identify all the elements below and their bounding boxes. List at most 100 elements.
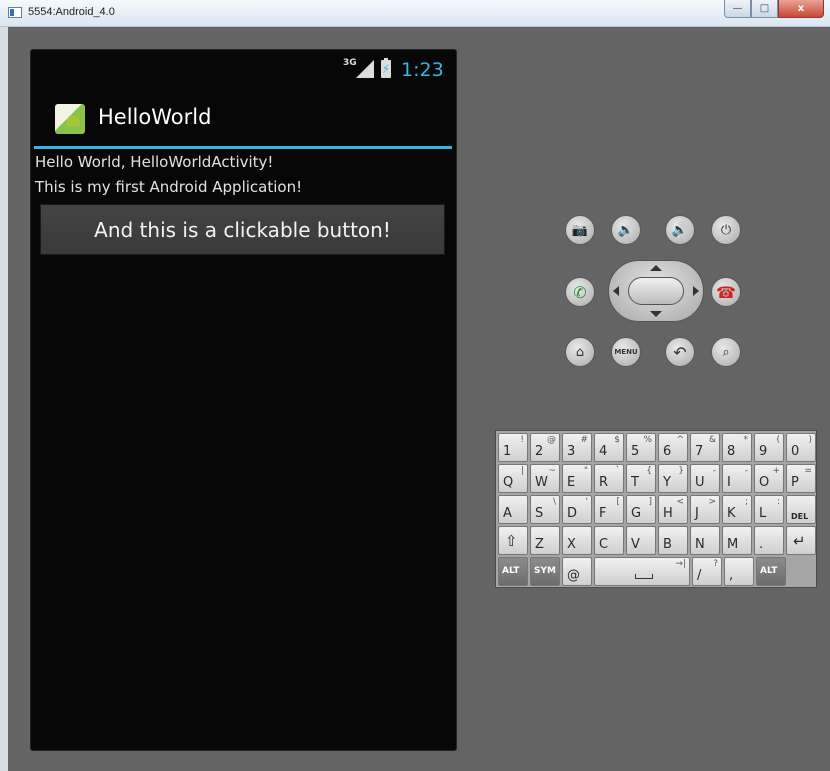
volume-up-icon: 🔊 [671, 222, 689, 238]
key-o[interactable]: O + [754, 464, 784, 493]
end-call-icon: ☎ [716, 282, 736, 302]
key-z[interactable]: Z [530, 526, 560, 555]
key-4[interactable]: 4 $ [594, 433, 624, 462]
key-period[interactable]: . [754, 526, 784, 555]
status-clock: 1:23 [401, 59, 444, 81]
key-e[interactable]: E " [562, 464, 592, 493]
volume-down-button[interactable]: 🔉 [611, 215, 641, 245]
key-a[interactable]: A [498, 495, 528, 524]
dpad-right-icon[interactable] [693, 286, 699, 296]
window-controls: — □ x [724, 0, 824, 18]
emulator-window-icon [8, 7, 22, 18]
app-title: HelloWorld [98, 105, 212, 129]
enter-icon: ↵ [793, 532, 806, 550]
key-0[interactable]: 0) [786, 433, 816, 462]
key-sym[interactable]: SYM [530, 557, 560, 586]
power-icon: ⏻ [720, 222, 732, 238]
key-w[interactable]: W ~ [530, 464, 560, 493]
maximize-button[interactable]: □ [751, 0, 778, 18]
key-3[interactable]: 3 # [562, 433, 592, 462]
key-del[interactable]: DEL [786, 495, 816, 524]
home-icon: ⌂ [575, 344, 585, 360]
space-icon [635, 574, 653, 579]
back-icon: ↶ [673, 342, 687, 362]
keyboard-row-qwerty: Q | W ~ E " R ` T{ Y} U- I- O + P = [498, 464, 818, 493]
key-alt-left[interactable]: ALT [498, 557, 528, 586]
tab-icon: →| [675, 559, 686, 569]
home-button[interactable]: ⌂ [565, 337, 595, 367]
key-5[interactable]: 5% [626, 433, 656, 462]
key-g[interactable]: G] [626, 495, 656, 524]
action-bar-divider [34, 146, 452, 149]
android-app-icon [55, 104, 85, 134]
key-s[interactable]: S \ [530, 495, 560, 524]
window-title: 5554:Android_4.0 [28, 6, 115, 18]
key-7[interactable]: 7 & [690, 433, 720, 462]
key-alt-right[interactable]: ALT [756, 557, 786, 586]
volume-up-button[interactable]: 🔊 [665, 215, 695, 245]
key-q[interactable]: Q | [498, 464, 528, 493]
call-button[interactable]: ✆ [565, 277, 595, 307]
key-shift[interactable]: ⇧ [498, 526, 528, 555]
network-type-label: 3G [343, 58, 357, 68]
key-f[interactable]: F[ [594, 495, 624, 524]
back-button[interactable]: ↶ [665, 337, 695, 367]
window-titlebar: 5554:Android_4.0 — □ x [0, 0, 830, 27]
key-c[interactable]: C [594, 526, 624, 555]
key-x[interactable]: X [562, 526, 592, 555]
status-bar: 3G 1:23 [31, 50, 456, 90]
minimize-button[interactable]: — [724, 0, 751, 18]
dpad-left-icon[interactable] [613, 286, 619, 296]
key-b[interactable]: B [658, 526, 688, 555]
volume-down-icon: 🔉 [617, 222, 635, 238]
close-button[interactable]: x [778, 0, 824, 18]
power-button[interactable]: ⏻ [711, 215, 741, 245]
clickable-button[interactable]: And this is a clickable button! [40, 204, 445, 255]
key-i[interactable]: I- [722, 464, 752, 493]
key-9[interactable]: 9( [754, 433, 784, 462]
action-bar [31, 90, 456, 145]
key-enter[interactable]: ↵ [786, 526, 816, 555]
key-8[interactable]: 8 * [722, 433, 752, 462]
key-h[interactable]: H < [658, 495, 688, 524]
keyboard-row-bottom: ALT SYM @ →| /? , ALT [498, 557, 788, 586]
window-border [0, 27, 8, 771]
key-m[interactable]: M [722, 526, 752, 555]
key-comma[interactable]: , [724, 557, 754, 586]
key-at[interactable]: @ [562, 557, 592, 586]
camera-icon: 📷 [571, 222, 589, 238]
shift-icon: ⇧ [505, 532, 518, 550]
key-k[interactable]: K; [722, 495, 752, 524]
hello-text: Hello World, HelloWorldActivity! [35, 153, 274, 171]
key-n[interactable]: N [690, 526, 720, 555]
battery-charging-icon [381, 58, 391, 78]
dpad-center-button[interactable] [628, 277, 684, 305]
dpad-up-icon[interactable] [650, 265, 662, 271]
menu-button[interactable]: MENU [611, 337, 641, 367]
key-u[interactable]: U- [690, 464, 720, 493]
keyboard-row-zxcv: ⇧ Z X C V B N M . ↵ [498, 526, 818, 555]
dpad-down-icon[interactable] [650, 311, 662, 317]
key-slash[interactable]: /? [692, 557, 722, 586]
key-v[interactable]: V [626, 526, 656, 555]
end-call-button[interactable]: ☎ [711, 277, 741, 307]
keyboard-row-numbers: 1! 2 @ 3 # 4 $ 5% 6 ^ 7 & 8 * 9( 0) [498, 433, 818, 462]
key-y[interactable]: Y} [658, 464, 688, 493]
keyboard-row-asdf: A S \ D ' F[ G] H < J > K; L: DEL [498, 495, 818, 524]
subtitle-text: This is my first Android Application! [35, 178, 303, 196]
search-button[interactable]: ⌕ [711, 337, 741, 367]
key-t[interactable]: T{ [626, 464, 656, 493]
hardware-keyboard: 1! 2 @ 3 # 4 $ 5% 6 ^ 7 & 8 * 9( 0) Q | W ~ E " R… [495, 430, 817, 588]
key-2[interactable]: 2 @ [530, 433, 560, 462]
key-l[interactable]: L: [754, 495, 784, 524]
camera-button[interactable]: 📷 [565, 215, 595, 245]
signal-icon [356, 60, 374, 78]
key-1[interactable]: 1! [498, 433, 528, 462]
key-j[interactable]: J > [690, 495, 720, 524]
key-p[interactable]: P = [786, 464, 816, 493]
key-r[interactable]: R ` [594, 464, 624, 493]
key-6[interactable]: 6 ^ [658, 433, 688, 462]
key-d[interactable]: D ' [562, 495, 592, 524]
key-space[interactable]: →| [594, 557, 690, 586]
call-icon: ✆ [573, 282, 587, 302]
